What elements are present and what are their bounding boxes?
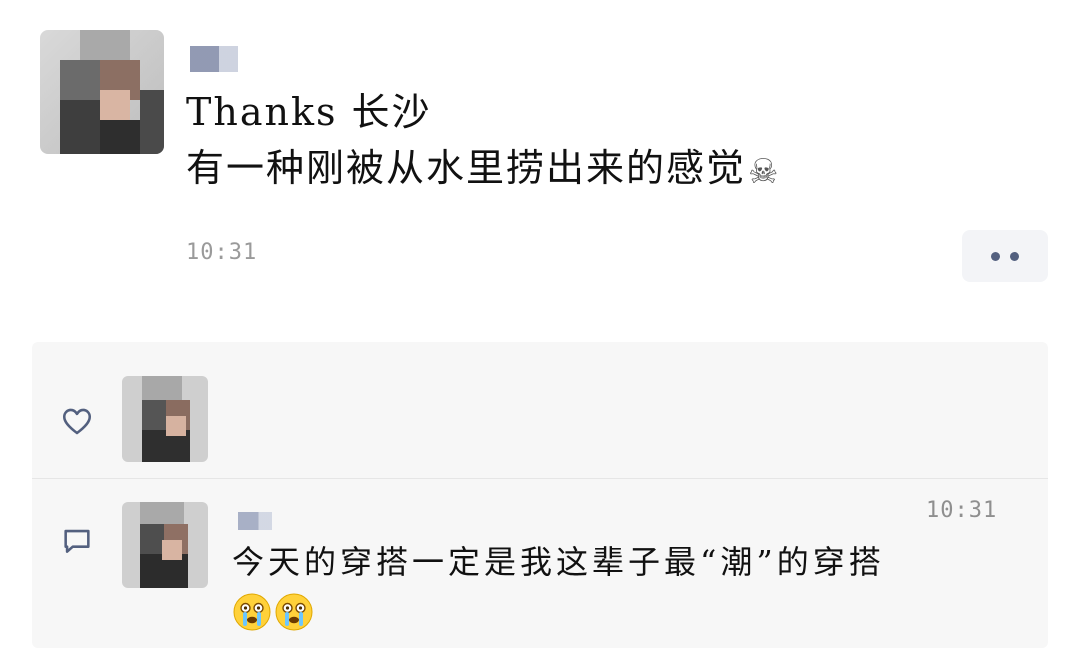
more-actions-button[interactable] bbox=[962, 230, 1048, 282]
more-dots-icon bbox=[991, 251, 1000, 261]
liker-avatar[interactable] bbox=[122, 376, 208, 462]
more-dots-icon bbox=[1010, 251, 1019, 261]
post-author-avatar[interactable] bbox=[40, 30, 164, 154]
post-text-line-2: 有一种刚被从水里捞出来的感觉☠ bbox=[186, 140, 946, 200]
comment-timestamp: 10:31 bbox=[926, 498, 998, 523]
commenter-name[interactable] bbox=[238, 512, 272, 530]
skull-emoji-icon: ☠ bbox=[748, 151, 781, 192]
panel-divider bbox=[32, 478, 1048, 479]
comment-text: 今天的穿搭一定是我这辈子最“潮”的穿搭 bbox=[232, 543, 885, 581]
crying-face-icon bbox=[275, 593, 313, 631]
moments-page: Thanks 长沙 有一种刚被从水里捞出来的感觉☠ 10:31 10:31 今天… bbox=[0, 0, 1080, 660]
post-text-line-2-text: 有一种刚被从水里捞出来的感觉 bbox=[186, 146, 747, 190]
post-content: Thanks 长沙 有一种刚被从水里捞出来的感觉☠ bbox=[186, 84, 946, 200]
post-text-line-1: Thanks 长沙 bbox=[186, 90, 432, 134]
comment-emojis bbox=[232, 592, 314, 632]
heart-outline-icon bbox=[58, 402, 96, 440]
commenter-avatar[interactable] bbox=[122, 502, 208, 588]
comment-bubble-icon bbox=[58, 522, 96, 560]
post-author-name[interactable] bbox=[190, 46, 238, 72]
post-timestamp: 10:31 bbox=[186, 240, 258, 265]
crying-face-icon bbox=[233, 593, 271, 631]
